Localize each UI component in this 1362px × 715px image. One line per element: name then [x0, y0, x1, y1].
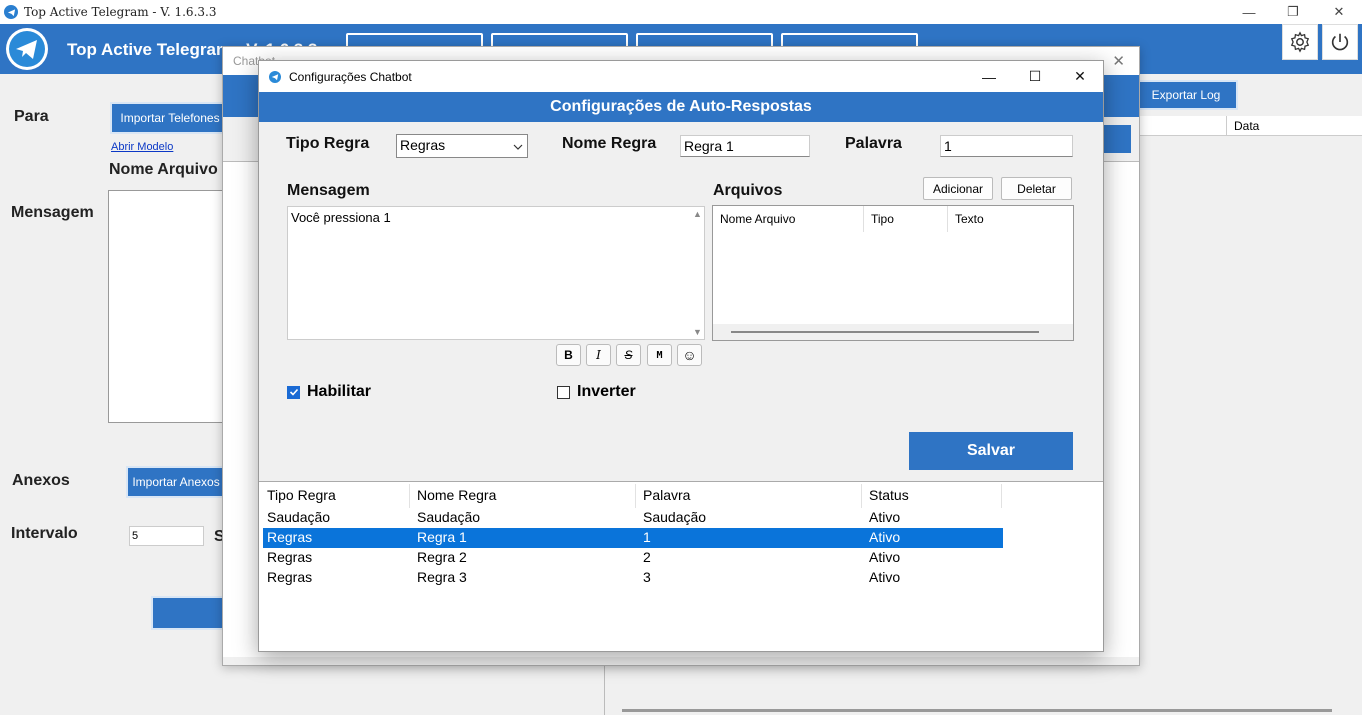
chatbot-config-dialog: Configurações Chatbot — ☐ ✕ Configuraçõe… [258, 60, 1104, 652]
empty-checkbox-icon [557, 385, 570, 399]
tipo-regra-value: Regras [400, 137, 446, 153]
emoji-button[interactable]: ☺ [677, 344, 702, 366]
open-model-link[interactable]: Abrir Modelo [111, 141, 173, 153]
minimize-icon[interactable]: — [1226, 0, 1272, 24]
attachments-label: Anexos [12, 472, 70, 489]
mensagem-scrollbar[interactable]: ▲ ▼ [690, 207, 704, 339]
scroll-down-icon[interactable]: ▼ [693, 327, 702, 337]
interval-label: Intervalo [11, 525, 78, 542]
cell-nome: Regra 1 [417, 529, 467, 545]
cell-tipo: Regras [267, 529, 313, 545]
dialog-title: Configurações Chatbot [289, 69, 412, 84]
import-phones-button[interactable]: Importar Telefones [110, 102, 230, 134]
files-column-text[interactable]: Texto [948, 206, 1073, 232]
cell-status: Ativo [869, 549, 901, 565]
close-icon[interactable]: ✕ [1316, 0, 1362, 24]
cell-nome: Regra 2 [417, 549, 467, 565]
telegram-small-icon [4, 5, 18, 19]
files-horizontal-scrollbar[interactable] [713, 324, 1073, 340]
chatbot-blue-button[interactable] [1103, 125, 1131, 153]
main-window-title: Top Active Telegram - V. 1.6.3.3 [24, 5, 217, 19]
restore-icon[interactable]: ❐ [1270, 0, 1316, 24]
cell-nome: Saudação [417, 509, 481, 525]
checkmark-icon [287, 385, 300, 399]
mensagem-text: Você pressiona 1 [291, 210, 391, 225]
dialog-header: Configurações de Auto-Respostas [259, 92, 1103, 122]
message-label: Mensagem [11, 204, 94, 221]
bottom-scrollbar[interactable] [622, 709, 1332, 712]
settings-gear-icon[interactable] [1282, 24, 1318, 60]
palavra-input[interactable]: 1 [940, 135, 1073, 157]
interval-input[interactable]: 5 [129, 526, 204, 546]
cell-status: Ativo [869, 529, 901, 545]
cell-nome: Regra 3 [417, 569, 467, 585]
divider [604, 660, 605, 715]
inverter-checkbox[interactable]: Inverter [557, 383, 636, 401]
cell-palavra: Saudação [643, 509, 707, 525]
nome-regra-label: Nome Regra [562, 135, 657, 152]
cell-tipo: Saudação [267, 509, 331, 525]
rules-column-status[interactable]: Status [869, 487, 909, 503]
cell-tipo: Regras [267, 549, 313, 565]
palavra-label: Palavra [845, 135, 902, 152]
rules-column-tipo[interactable]: Tipo Regra [267, 487, 336, 503]
rules-column-nome[interactable]: Nome Regra [417, 487, 496, 503]
table-row[interactable]: Regras Regra 3 3 Ativo [263, 568, 1003, 588]
table-row[interactable]: Regras Regra 2 2 Ativo [263, 548, 1003, 568]
inverter-label: Inverter [577, 383, 636, 400]
dialog-close-icon[interactable]: ✕ [1057, 61, 1103, 92]
mensagem-textarea[interactable]: Você pressiona 1 ▲ ▼ [287, 206, 705, 340]
arquivos-label: Arquivos [713, 182, 783, 199]
log-column-data: Data [1234, 119, 1260, 133]
log-list-header: Data [1134, 116, 1362, 136]
rules-table[interactable]: Tipo Regra Nome Regra Palavra Status Sau… [259, 481, 1103, 651]
cell-palavra: 3 [643, 569, 651, 585]
main-message-textarea[interactable] [108, 190, 228, 423]
scroll-up-icon[interactable]: ▲ [693, 209, 702, 219]
files-list[interactable]: Nome Arquivo Tipo Texto [712, 205, 1074, 341]
rules-table-header: Tipo Regra Nome Regra Palavra Status [263, 486, 1003, 506]
table-row-selected[interactable]: Regras Regra 1 1 Ativo [263, 528, 1003, 548]
files-column-name[interactable]: Nome Arquivo [713, 206, 864, 232]
dialog-minimize-icon[interactable]: — [966, 61, 1012, 92]
chevron-down-icon [513, 139, 523, 155]
table-row[interactable]: Saudação Saudação Saudação Ativo [263, 508, 1003, 528]
cell-palavra: 2 [643, 549, 651, 565]
rules-column-palavra[interactable]: Palavra [643, 487, 690, 503]
mensagem-label: Mensagem [287, 182, 370, 199]
para-label: Para [14, 108, 49, 125]
add-file-button[interactable]: Adicionar [923, 177, 993, 200]
cell-status: Ativo [869, 569, 901, 585]
italic-button[interactable]: I [586, 344, 611, 366]
strikethrough-button[interactable]: S [616, 344, 641, 366]
import-attachments-button[interactable]: Importar Anexos [126, 466, 226, 498]
cell-palavra: 1 [643, 529, 651, 545]
monospace-button[interactable]: M [647, 344, 672, 366]
power-icon[interactable] [1322, 24, 1358, 60]
save-button[interactable]: Salvar [909, 432, 1073, 470]
cell-tipo: Regras [267, 569, 313, 585]
tipo-regra-label: Tipo Regra [286, 135, 370, 152]
bold-button[interactable]: B [556, 344, 581, 366]
habilitar-label: Habilitar [307, 383, 372, 400]
nome-regra-input[interactable]: Regra 1 [680, 135, 810, 157]
telegram-logo-icon [6, 28, 48, 70]
habilitar-checkbox[interactable]: Habilitar [287, 383, 371, 401]
cell-status: Ativo [869, 509, 901, 525]
dialog-titlebar: Configurações Chatbot — ☐ ✕ [259, 61, 1103, 92]
main-titlebar: Top Active Telegram - V. 1.6.3.3 — ❐ ✕ [0, 0, 1362, 24]
main-action-button[interactable] [151, 596, 231, 630]
tipo-regra-select[interactable]: Regras [396, 134, 528, 158]
delete-file-button[interactable]: Deletar [1001, 177, 1072, 200]
files-column-type[interactable]: Tipo [864, 206, 948, 232]
dialog-telegram-icon [269, 70, 281, 83]
dialog-maximize-icon[interactable]: ☐ [1012, 61, 1058, 92]
export-log-button[interactable]: Exportar Log [1134, 80, 1238, 110]
file-name-label: Nome Arquivo [109, 161, 218, 178]
chatbot-close-icon[interactable]: ✕ [1112, 52, 1125, 70]
